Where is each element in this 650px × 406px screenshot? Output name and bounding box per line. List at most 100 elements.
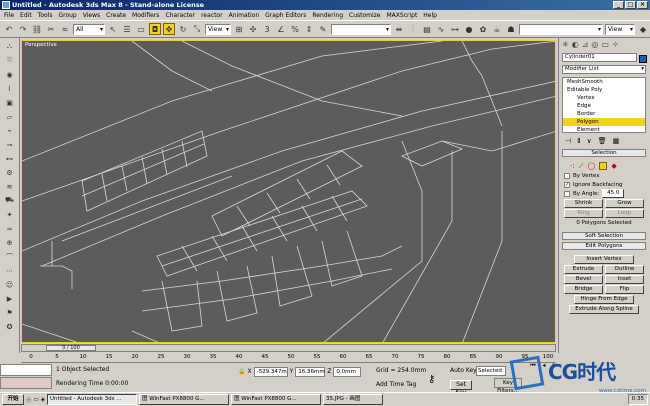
object-name-field[interactable]: Cylinder01 <box>562 53 637 62</box>
menu-rendering[interactable]: Rendering <box>312 12 343 19</box>
schematic-icon[interactable]: ⊶ <box>449 23 461 35</box>
quicklaunch-media-icon[interactable]: ◈ <box>41 397 45 403</box>
by-vertex-checkbox[interactable] <box>564 172 570 179</box>
bevel-button[interactable]: Bevel <box>564 275 603 284</box>
stack-subitem[interactable]: Element <box>563 126 645 134</box>
task-paint[interactable]: 35.JPG - 画图 <box>322 394 383 405</box>
wind-icon[interactable]: ≋ <box>3 181 17 192</box>
object-color-swatch[interactable] <box>639 55 647 63</box>
rigid-body-collection-icon[interactable]: ⛬ <box>3 41 17 52</box>
menu-tools[interactable]: Tools <box>38 12 53 19</box>
mirror-icon[interactable]: ⇹ <box>393 23 405 35</box>
start-button[interactable]: 开始 <box>2 394 24 405</box>
key-selection-dropdown[interactable]: Selected <box>476 366 506 376</box>
spinner-snap-icon[interactable]: ⇕ <box>303 23 315 35</box>
modify-tab-icon[interactable]: ◐ <box>572 40 579 49</box>
quicklaunch-ie-icon[interactable]: ⓔ <box>26 396 32 404</box>
selection-filter-dropdown[interactable]: All <box>73 23 105 35</box>
deforming-mesh-icon[interactable]: ▣ <box>3 97 17 108</box>
hierarchy-tab-icon[interactable]: ⊿ <box>582 40 589 49</box>
named-sel-edit-icon[interactable]: ✎ <box>317 23 329 35</box>
grow-button[interactable]: Grow <box>605 199 644 208</box>
redo-icon[interactable]: ↷ <box>17 23 29 35</box>
shrink-button[interactable]: Shrink <box>564 199 603 208</box>
edit-polygons-rollout-header[interactable]: Edit Polygons <box>562 242 646 250</box>
menu-modifiers[interactable]: Modifiers <box>132 12 159 19</box>
border-mode-icon[interactable]: ◯ <box>588 162 596 170</box>
modifier-list-dropdown[interactable]: Modifier List <box>562 65 646 74</box>
set-key-button[interactable]: Set Key <box>450 380 472 396</box>
preview-icon[interactable]: ▶ <box>3 293 17 304</box>
vertex-mode-icon[interactable]: ·: <box>570 162 575 170</box>
toy-car-icon[interactable]: ⛟ <box>3 195 17 206</box>
element-mode-icon[interactable]: ◆ <box>611 162 616 170</box>
select-rotate-icon[interactable]: ↻ <box>177 23 189 35</box>
menu-edit[interactable]: Edit <box>20 12 32 19</box>
select-move-icon[interactable]: ✥ <box>163 23 175 35</box>
inset-button[interactable]: Inset <box>605 275 644 284</box>
track-bar[interactable]: 0 5 10 15 20 25 30 35 40 45 50 55 60 65 … <box>21 353 556 363</box>
maxscript-listener-input[interactable] <box>0 364 52 376</box>
task-3dsmax[interactable]: Untitled - Autodesk 3ds ... <box>46 394 137 405</box>
percent-snap-icon[interactable]: % <box>289 23 301 35</box>
hinge-from-edge-button[interactable]: Hinge From Edge <box>574 295 634 304</box>
menu-reactor[interactable]: reactor <box>201 12 223 19</box>
display-tab-icon[interactable]: ▭ <box>601 40 609 49</box>
water-icon[interactable]: ≈ <box>3 223 17 234</box>
time-slider[interactable]: 0 / 100 <box>46 345 96 351</box>
undo-icon[interactable]: ↶ <box>3 23 15 35</box>
quicklaunch-desktop-icon[interactable]: ▭ <box>34 397 39 403</box>
ring-button[interactable]: Ring <box>564 209 603 218</box>
angular-dashpot-icon[interactable]: ⊷ <box>3 153 17 164</box>
menu-customize[interactable]: Customize <box>349 12 381 19</box>
pivot-center-icon[interactable]: ⊞ <box>233 23 245 35</box>
stack-subitem[interactable]: Border <box>563 110 645 118</box>
minimize-button[interactable]: _ <box>613 1 624 9</box>
angle-snap-icon[interactable]: ∠ <box>275 23 287 35</box>
maxscript-listener-output[interactable] <box>0 377 52 389</box>
select-object-icon[interactable]: ↖ <box>107 23 119 35</box>
stack-item[interactable]: MeshSmooth <box>563 78 645 86</box>
loop-button[interactable]: Loop <box>605 209 644 218</box>
extrude-button[interactable]: Extrude <box>564 265 603 274</box>
ref-coord-dropdown[interactable]: View <box>205 23 231 35</box>
select-link-icon[interactable]: ⛓ <box>31 23 43 35</box>
cloth-collection-icon[interactable]: ⛆ <box>3 55 17 66</box>
task-winfast-1[interactable]: 图 WinFast PX8800 G... <box>138 394 229 405</box>
rope-collection-icon[interactable]: ⌇ <box>3 83 17 94</box>
snap-icon[interactable]: 3 <box>261 23 273 35</box>
soft-selection-rollout-header[interactable]: Soft Selection <box>562 232 646 240</box>
extrude-along-spline-button[interactable]: Extrude Along Spline <box>569 305 639 314</box>
named-selection-dropdown[interactable] <box>331 23 391 35</box>
pin-stack-icon[interactable]: ⊣ <box>565 137 571 145</box>
create-tab-icon[interactable]: ✳ <box>562 40 569 49</box>
menu-character[interactable]: Character <box>165 12 195 19</box>
show-end-result-icon[interactable]: Ⅱ <box>577 137 580 145</box>
by-angle-checkbox[interactable] <box>564 190 570 197</box>
select-scale-icon[interactable]: ⤡ <box>191 23 203 35</box>
hinge-icon[interactable]: ⌒ <box>3 251 17 262</box>
motor-icon[interactable]: ⚙ <box>3 167 17 178</box>
view-dropdown-right[interactable]: View <box>605 23 635 35</box>
menu-graph-editors[interactable]: Graph Editors <box>265 12 306 19</box>
ragdoll-icon[interactable]: ☺ <box>3 279 17 290</box>
polygon-mode-icon[interactable] <box>599 162 608 170</box>
menu-help[interactable]: Help <box>423 12 437 19</box>
remove-modifier-icon[interactable]: 🗑 <box>598 137 607 145</box>
rect-selection-icon[interactable]: ▭ <box>135 23 147 35</box>
manipulate-icon[interactable]: ✣ <box>247 23 259 35</box>
linear-dashpot-icon[interactable]: ⊸ <box>3 139 17 150</box>
menu-animation[interactable]: Animation <box>229 12 260 19</box>
outline-button[interactable]: Outline <box>605 265 644 274</box>
menu-group[interactable]: Group <box>58 12 76 19</box>
close-button[interactable]: × <box>637 1 648 9</box>
fracture-icon[interactable]: ✦ <box>3 209 17 220</box>
menu-create[interactable]: Create <box>106 12 126 19</box>
render-type-dropdown[interactable] <box>519 23 603 35</box>
plane-icon[interactable]: ▱ <box>3 111 17 122</box>
task-winfast-2[interactable]: 图 WinFast PX8800 G... <box>230 394 321 405</box>
material-editor-icon[interactable]: ● <box>463 23 475 35</box>
create-animation-icon[interactable]: ✪ <box>3 321 17 332</box>
spring-icon[interactable]: ⌁ <box>3 125 17 136</box>
point-to-point-icon[interactable]: ⋯ <box>3 265 17 276</box>
